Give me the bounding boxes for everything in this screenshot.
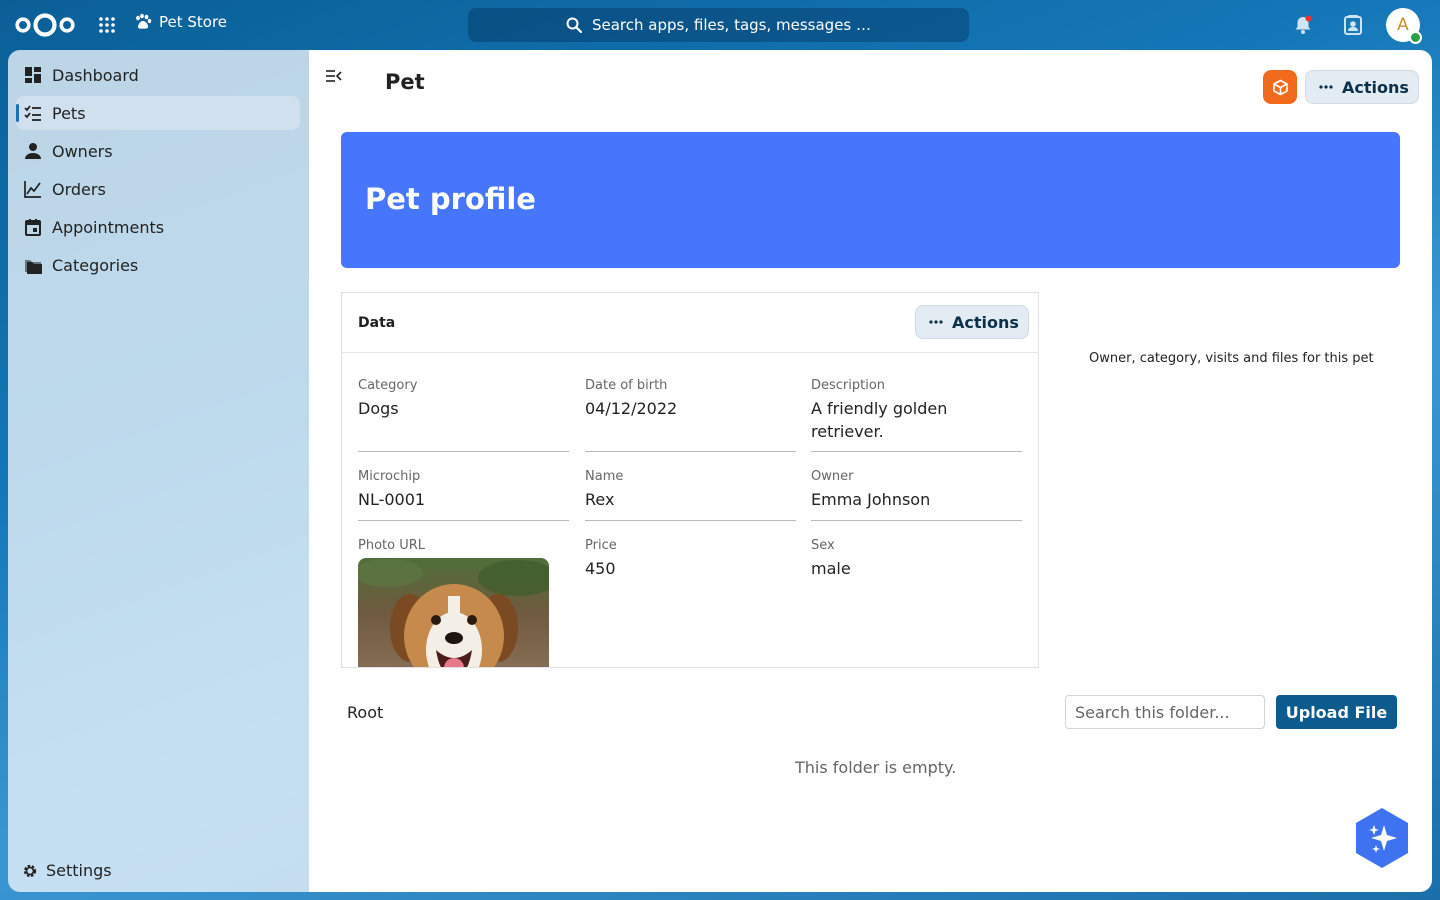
sidebar-item-label: Orders (52, 179, 106, 199)
paw-icon (136, 13, 152, 29)
field-value: A friendly golden retriever. (811, 399, 948, 441)
field-date-of-birth: Date of birth 04/12/2022 (585, 377, 796, 452)
contacts-icon[interactable] (1342, 14, 1364, 36)
upload-file-button[interactable]: Upload File (1276, 695, 1397, 729)
data-card: Data Actions Category Dogs Date of birth… (341, 292, 1039, 668)
app-navigation: Dashboard Pets Owners Orders Appointment… (8, 50, 309, 892)
sidebar-panel-hint: Owner, category, visits and files for th… (1089, 351, 1374, 366)
sidebar-item-orders[interactable]: Orders (16, 172, 300, 206)
field-value: 450 (585, 559, 616, 578)
sidebar-item-categories[interactable]: Categories (16, 248, 300, 282)
online-status-icon (1409, 31, 1422, 44)
field-photo-url: Photo URL (358, 537, 569, 554)
field-value: 04/12/2022 (585, 399, 678, 418)
field-label: Date of birth (585, 378, 668, 393)
person-icon (25, 143, 41, 159)
app-switcher-current[interactable]: Pet Store (134, 13, 227, 31)
folders-icon (25, 260, 42, 274)
actions-label: Actions (1342, 77, 1409, 97)
assistant-sparkle-icon[interactable] (1354, 807, 1410, 869)
sidebar-item-label: Appointments (52, 217, 165, 237)
hero-title: Pet profile (365, 182, 536, 216)
collapse-menu-icon[interactable] (325, 68, 343, 84)
field-label: Price (585, 538, 617, 553)
field-value: Emma Johnson (811, 490, 931, 509)
sidebar-item-pets[interactable]: Pets (16, 96, 300, 130)
nextcloud-logo[interactable] (14, 11, 76, 39)
apps-grid-icon[interactable] (98, 16, 116, 34)
field-label: Photo URL (358, 538, 426, 553)
package-button[interactable] (1263, 70, 1297, 104)
app-name-label: Pet Store (159, 13, 228, 31)
search-icon (566, 17, 582, 33)
field-price: Price 450 (585, 537, 796, 580)
field-label: Category (358, 378, 418, 393)
dashboard-icon (25, 67, 41, 83)
card-header: Data Actions (342, 293, 1038, 353)
sidebar-item-label: Owners (52, 141, 113, 161)
sidebar-item-label: Pets (52, 103, 86, 123)
top-bar: Pet Store Search apps, files, tags, mess… (0, 0, 1440, 50)
field-label: Owner (811, 469, 854, 484)
page-title: Pet (385, 70, 425, 94)
cube-icon (1272, 79, 1288, 95)
field-owner: Owner Emma Johnson (811, 468, 1022, 521)
field-name: Name Rex (585, 468, 796, 521)
sidebar-item-dashboard[interactable]: Dashboard (16, 58, 300, 92)
field-value: NL-0001 (358, 490, 426, 509)
checklist-icon (24, 105, 41, 121)
unified-search[interactable]: Search apps, files, tags, messages … (468, 8, 969, 42)
field-label: Description (811, 378, 886, 393)
settings-button[interactable]: Settings (22, 861, 112, 880)
page-actions-button[interactable]: Actions (1305, 70, 1419, 104)
field-value: male (811, 559, 851, 578)
sidebar-item-label: Categories (52, 255, 139, 275)
more-horizontal-icon (1319, 85, 1333, 89)
avatar-initial: A (1397, 15, 1409, 35)
hero-banner: Pet profile (341, 132, 1400, 268)
search-placeholder: Search apps, files, tags, messages … (591, 16, 872, 34)
field-category: Category Dogs (358, 377, 569, 452)
field-microchip: Microchip NL-0001 (358, 468, 569, 521)
field-label: Microchip (358, 469, 421, 484)
card-title: Data (358, 315, 396, 331)
gear-icon (23, 864, 37, 877)
folder-search-input[interactable] (1065, 695, 1265, 729)
field-sex: Sex male (811, 537, 1022, 580)
settings-label: Settings (46, 861, 112, 880)
sidebar-item-owners[interactable]: Owners (16, 134, 300, 168)
actions-label: Actions (952, 312, 1019, 332)
field-value: Dogs (358, 399, 399, 418)
main-content: Pet Actions Pet profile Data Actions Cat… (309, 50, 1432, 892)
field-label: Name (585, 469, 624, 484)
user-avatar[interactable]: A (1386, 8, 1422, 44)
sidebar-item-appointments[interactable]: Appointments (16, 210, 300, 244)
pet-photo (358, 558, 549, 667)
sidebar-item-label: Dashboard (52, 65, 139, 85)
field-label: Sex (811, 538, 835, 553)
calendar-icon (25, 219, 41, 236)
more-horizontal-icon (929, 320, 943, 324)
card-actions-button[interactable]: Actions (915, 305, 1029, 339)
breadcrumb-root[interactable]: Root (347, 703, 383, 722)
empty-folder-message: This folder is empty. (795, 758, 957, 777)
notifications-bell-icon[interactable] (1292, 14, 1314, 36)
field-description: Description A friendly golden retriever. (811, 377, 1022, 452)
field-value: Rex (585, 490, 615, 509)
chart-line-icon (24, 181, 41, 198)
